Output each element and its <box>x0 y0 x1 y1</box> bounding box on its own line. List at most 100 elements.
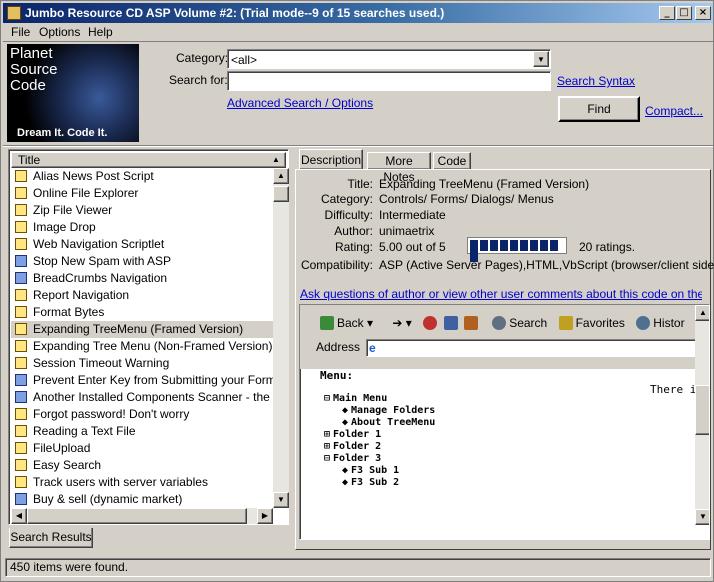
history-icon <box>636 316 651 330</box>
list-item[interactable]: Zip File Viewer <box>11 202 273 219</box>
list-item[interactable]: FileUpload <box>11 440 273 457</box>
ask-questions-link[interactable]: Ask questions of author or view other us… <box>300 287 702 301</box>
list-item[interactable]: Stop New Spam with ASP <box>11 253 273 270</box>
favorites-button[interactable]: Favorites <box>558 316 625 330</box>
scroll-left-icon[interactable]: ◀ <box>11 508 27 524</box>
tree-node[interactable]: ◆ F3 Sub 2 <box>342 477 399 488</box>
list-item[interactable]: Forgot password! Don't worry <box>11 406 273 423</box>
list-item[interactable]: Online File Explorer <box>11 185 273 202</box>
preview-scroll-thumb[interactable] <box>695 385 709 435</box>
preview-vscrollbar[interactable]: ▲ ▼ <box>695 305 709 525</box>
tree-node[interactable]: ◆ F3 Sub 1 <box>342 465 399 476</box>
planet-source-code-logo: Planet Source Code Dream It. Code It. <box>7 44 139 142</box>
list-item[interactable]: Image Drop <box>11 219 273 236</box>
search-syntax-link[interactable]: Search Syntax <box>557 74 635 88</box>
list-item[interactable]: Session Timeout Warning <box>11 355 273 372</box>
scroll-up-icon[interactable]: ▲ <box>273 168 289 184</box>
history-button[interactable]: Histor <box>636 316 685 330</box>
tab-description[interactable]: Description <box>299 149 363 169</box>
collapse-icon: ⊟ <box>324 393 331 404</box>
preview-scroll-down-icon[interactable]: ▼ <box>695 509 709 525</box>
chevron-down-icon[interactable]: ▼ <box>533 51 549 67</box>
advanced-search-link[interactable]: Advanced Search / Options <box>227 96 373 110</box>
home-button[interactable] <box>463 316 481 330</box>
expand-icon: ⊞ <box>324 441 331 452</box>
results-list[interactable]: Title ▲ Alias News Post Script Online Fil… <box>8 149 289 525</box>
minimize-button[interactable]: _ <box>659 6 675 20</box>
list-item-title: Expanding Tree Menu (Non-Framed Version) <box>33 339 273 353</box>
list-item[interactable]: BreadCrumbs Navigation <box>11 270 273 287</box>
tree-node[interactable]: ◆ Manage Folders <box>342 405 435 416</box>
address-bar[interactable]: e <box>366 339 696 357</box>
rating-bar-segment <box>480 240 488 251</box>
title-column-header[interactable]: Title ▲ <box>11 152 286 168</box>
scroll-down-icon[interactable]: ▼ <box>273 492 289 508</box>
list-item-title: Report Navigation <box>33 288 130 302</box>
list-item[interactable]: Web Navigation Scriptlet <box>11 236 273 253</box>
collapse-icon: ⊟ <box>324 453 331 464</box>
rating-bar-segment <box>500 240 508 251</box>
search-input[interactable] <box>227 71 551 91</box>
hscroll-thumb[interactable] <box>27 508 247 524</box>
search-button[interactable]: Search <box>492 316 547 330</box>
tab-more-notes[interactable]: More Notes <box>367 152 431 184</box>
refresh-button[interactable] <box>443 316 461 330</box>
diamond-icon: ◆ <box>342 405 349 416</box>
list-item[interactable]: Alias News Post Script <box>11 168 273 185</box>
list-item-title: Alias News Post Script <box>33 169 154 183</box>
tab-code[interactable]: Code <box>433 152 471 170</box>
tree-node[interactable]: ◆ About TreeMenu <box>342 417 435 428</box>
code-file-icon <box>15 357 27 369</box>
tree-node[interactable]: ⊞ Folder 2 <box>324 441 381 452</box>
list-item[interactable]: Easy Search <box>11 457 273 474</box>
back-arrow-icon <box>320 316 334 330</box>
list-item-title: Stop New Spam with ASP <box>33 254 172 268</box>
maximize-button[interactable]: □ <box>676 6 692 20</box>
list-item-title: Zip File Viewer <box>33 203 113 217</box>
results-vscrollbar[interactable]: ▲ ▼ <box>273 168 289 508</box>
list-item[interactable]: Another Installed Components Scanner - t… <box>11 389 273 406</box>
stop-icon <box>423 316 438 330</box>
close-button[interactable]: × <box>695 6 711 20</box>
category-value: <all> <box>231 53 258 67</box>
stop-button[interactable] <box>423 316 440 330</box>
list-item[interactable]: Format Bytes <box>11 304 273 321</box>
list-item-title: Forgot password! Don't worry <box>33 407 190 421</box>
list-item[interactable]: Track users with server variables <box>11 474 273 491</box>
search-for-label: Search for: <box>169 73 228 87</box>
expand-icon: ⊞ <box>324 429 331 440</box>
list-item[interactable]: Expanding TreeMenu (Framed Version) <box>11 321 273 338</box>
tree-node[interactable]: ⊞ Folder 1 <box>324 429 381 440</box>
list-item[interactable]: Expanding Tree Menu (Non-Framed Version) <box>11 338 273 355</box>
address-label: Address <box>316 340 361 354</box>
list-item[interactable]: Prevent Enter Key from Submitting your F… <box>11 372 273 389</box>
menu-help[interactable]: Help <box>88 25 113 39</box>
app-window: Jumbo Resource CD ASP Volume #2: (Trial … <box>0 0 714 582</box>
code-file-icon <box>15 340 27 352</box>
back-button[interactable]: Back ▾ <box>320 316 373 330</box>
rating-bar-segment <box>530 240 538 251</box>
title-bar[interactable]: Jumbo Resource CD ASP Volume #2: (Trial … <box>3 3 713 23</box>
menu-options[interactable]: Options <box>39 25 80 39</box>
browser-toolbar: Back ▾ ➔ ▾ Search Favorites Histor Addre… <box>300 305 696 369</box>
tab-search-results[interactable]: Search Results <box>9 528 93 548</box>
list-item[interactable]: Buy & sell (dynamic market) <box>11 491 273 508</box>
list-item[interactable]: Report Navigation <box>11 287 273 304</box>
status-bar: 450 items were found. <box>5 558 711 577</box>
tree-node[interactable]: ⊟ Folder 3 <box>324 453 381 464</box>
code-compatibility: ASP (Active Server Pages),HTML,VbScript … <box>379 258 714 272</box>
find-button[interactable]: Find <box>558 96 640 122</box>
scroll-thumb[interactable] <box>273 186 289 202</box>
forward-button[interactable]: ➔ ▾ <box>392 316 411 330</box>
list-item[interactable]: Reading a Text File <box>11 423 273 440</box>
preview-scroll-up-icon[interactable]: ▲ <box>695 305 709 321</box>
menu-file[interactable]: File <box>11 25 30 39</box>
tree-node[interactable]: ⊟ Main Menu <box>324 393 387 404</box>
scroll-right-icon[interactable]: ▶ <box>257 508 273 524</box>
sort-up-icon[interactable]: ▲ <box>269 153 283 167</box>
code-file-icon <box>15 306 27 318</box>
list-item-title: Web Navigation Scriptlet <box>33 237 165 251</box>
results-hscrollbar[interactable]: ◀ ▶ <box>11 508 273 524</box>
compact-link[interactable]: Compact... <box>645 104 703 118</box>
category-select[interactable]: <all> ▼ <box>227 49 551 69</box>
